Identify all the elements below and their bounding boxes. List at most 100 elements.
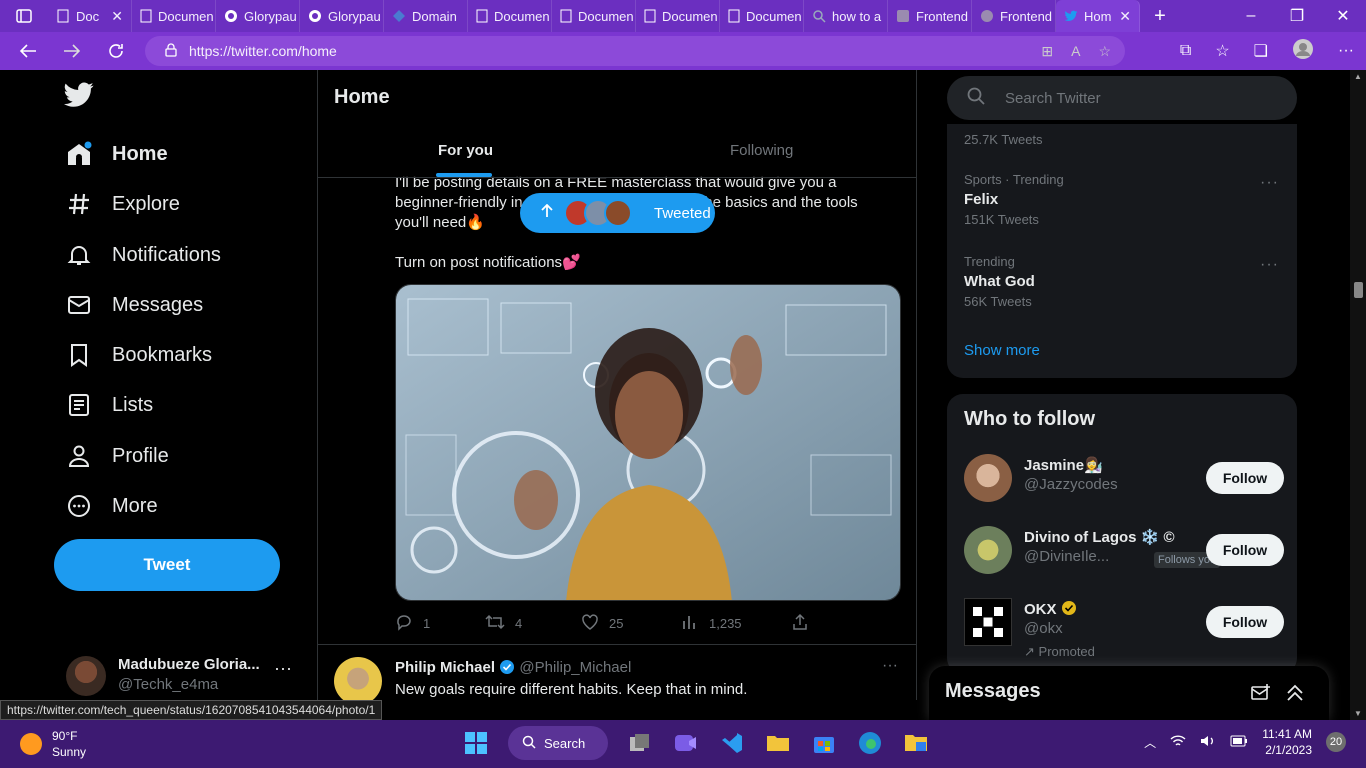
follow-suggestion[interactable]: Divino of Lagos ❄️ © @DivineIle... Follo…	[964, 526, 1284, 576]
folder-app-icon[interactable]	[902, 729, 930, 757]
twitter-logo-icon[interactable]	[64, 82, 94, 113]
settings-more-icon[interactable]: ···	[1338, 42, 1354, 60]
tweet-item[interactable]: Philip Michael @Philip_Michael ··· New g…	[318, 644, 916, 700]
browser-tab-active[interactable]: Hom ✕	[1056, 0, 1140, 32]
account-switcher[interactable]: Madubueze Gloria... @Techk_e4ma ···	[66, 654, 306, 700]
messages-drawer[interactable]: Messages	[929, 666, 1329, 720]
search-input[interactable]: Search Twitter	[1005, 90, 1101, 107]
nav-profile[interactable]: Profile	[66, 436, 169, 476]
tweet-button[interactable]: Tweet	[54, 539, 280, 591]
chevron-up-icon[interactable]	[1285, 683, 1305, 708]
back-icon[interactable]	[6, 32, 50, 70]
tab-actions-icon[interactable]	[0, 0, 48, 32]
tab-for-you[interactable]: For you	[438, 142, 493, 159]
wifi-icon[interactable]	[1170, 734, 1186, 751]
heart-icon	[581, 613, 599, 634]
page-scrollbar[interactable]: ▲ ▼	[1350, 70, 1366, 720]
browser-tab[interactable]: how to a	[804, 0, 888, 32]
search-bar[interactable]: Search Twitter	[947, 76, 1297, 120]
weather-widget[interactable]: 90°F Sunny	[20, 728, 86, 760]
nav-more[interactable]: More	[66, 486, 158, 526]
close-icon[interactable]: ✕	[111, 8, 123, 25]
scrollbar-thumb[interactable]	[1354, 282, 1363, 298]
restore-icon[interactable]: ❐	[1274, 0, 1320, 32]
like-button[interactable]: 25	[581, 612, 681, 634]
github-icon	[224, 9, 238, 23]
close-icon[interactable]: ✕	[1119, 8, 1131, 25]
nav-explore[interactable]: Explore	[66, 184, 180, 224]
read-aloud-icon[interactable]: A	[1071, 43, 1080, 59]
browser-tab[interactable]: Glorypau	[300, 0, 384, 32]
retweet-button[interactable]: 4	[485, 612, 581, 634]
minimize-icon[interactable]: –	[1228, 0, 1274, 32]
tweeted-pill[interactable]: Tweeted	[520, 193, 715, 233]
more-horizontal-icon[interactable]: ···	[1260, 256, 1279, 274]
nav-notifications[interactable]: Notifications	[66, 235, 221, 275]
app-available-icon[interactable]: ⊞	[1041, 43, 1053, 60]
notification-badge[interactable]: 20	[1326, 732, 1346, 752]
tab-label: how to a	[832, 8, 882, 24]
browser-tab[interactable]: Documen	[720, 0, 804, 32]
reply-button[interactable]: 1	[395, 612, 485, 634]
nav-lists[interactable]: Lists	[66, 385, 153, 425]
more-horizontal-icon[interactable]: ···	[274, 658, 292, 679]
follow-button[interactable]: Follow	[1206, 462, 1284, 494]
browser-tab[interactable]: Domain	[384, 0, 468, 32]
profile-avatar-icon[interactable]	[1292, 38, 1314, 65]
trend-item[interactable]: Sports · Trending Felix 151K Tweets	[964, 172, 1284, 227]
trend-name: Felix	[964, 191, 999, 208]
url-field[interactable]: https://twitter.com/home ⊞ A ☆	[145, 36, 1125, 66]
nav-messages[interactable]: Messages	[66, 285, 203, 325]
follow-button[interactable]: Follow	[1206, 606, 1284, 638]
new-message-icon[interactable]	[1251, 683, 1271, 708]
follow-button[interactable]: Follow	[1206, 534, 1284, 566]
task-view-icon[interactable]	[626, 729, 654, 757]
vscode-icon[interactable]	[718, 729, 746, 757]
share-button[interactable]	[791, 612, 821, 634]
browser-tab[interactable]: Doc ✕	[48, 0, 132, 32]
browser-tab[interactable]: Documen	[468, 0, 552, 32]
close-window-icon[interactable]: ✕	[1320, 0, 1366, 32]
bell-icon	[66, 242, 92, 268]
browser-tab[interactable]: Documen	[636, 0, 720, 32]
browser-tab[interactable]: Frontend	[888, 0, 972, 32]
windows-start-icon[interactable]	[462, 729, 490, 757]
browser-tab[interactable]: Documen	[132, 0, 216, 32]
scroll-down-icon[interactable]: ▼	[1354, 709, 1362, 718]
browser-tab[interactable]: Documen	[552, 0, 636, 32]
browser-tab[interactable]: Frontend	[972, 0, 1056, 32]
views-button[interactable]: 1,235	[681, 612, 791, 634]
nav-home[interactable]: Home	[66, 134, 168, 174]
forward-icon[interactable]	[50, 32, 94, 70]
tweet-image[interactable]	[395, 284, 901, 601]
trend-item[interactable]: Trending What God 56K Tweets	[964, 254, 1284, 309]
follow-suggestion[interactable]: OKX @okx ↗ Promoted Follow	[964, 598, 1284, 659]
video-chat-icon[interactable]	[672, 729, 700, 757]
store-icon[interactable]	[810, 729, 838, 757]
tweet-actions: 1 4 25 1,235	[395, 612, 825, 634]
tweet-text-part: beginner-friendly in	[395, 194, 523, 211]
extensions-icon[interactable]: ⧉	[1180, 42, 1191, 60]
file-explorer-icon[interactable]	[764, 729, 792, 757]
nav-bookmarks[interactable]: Bookmarks	[66, 335, 212, 375]
tab-following[interactable]: Following	[730, 142, 793, 159]
trend-item[interactable]: 25.7K Tweets	[964, 132, 1043, 147]
volume-icon[interactable]	[1200, 734, 1216, 751]
collections-icon[interactable]: ❏	[1254, 41, 1268, 61]
favorites-icon[interactable]: ☆	[1215, 41, 1229, 61]
favorite-add-icon[interactable]: ☆	[1098, 43, 1111, 60]
follow-suggestion[interactable]: Jasmine👩‍🔬 @Jazzycodes Follow	[964, 454, 1284, 504]
chevron-up-icon[interactable]: ︿	[1144, 734, 1156, 751]
battery-icon[interactable]	[1230, 735, 1248, 750]
refresh-icon[interactable]	[94, 32, 138, 70]
scroll-up-icon[interactable]: ▲	[1354, 72, 1362, 81]
show-more-link[interactable]: Show more	[964, 342, 1040, 359]
taskbar-search[interactable]: Search	[508, 726, 608, 760]
edge-browser-icon[interactable]	[856, 729, 884, 757]
more-horizontal-icon[interactable]: ···	[882, 657, 898, 675]
new-tab-icon[interactable]: +	[1140, 5, 1180, 28]
browser-tab[interactable]: Glorypau	[216, 0, 300, 32]
bookmark-icon	[66, 342, 92, 368]
clock[interactable]: 11:41 AM 2/1/2023	[1262, 726, 1312, 758]
more-horizontal-icon[interactable]: ···	[1260, 174, 1279, 192]
